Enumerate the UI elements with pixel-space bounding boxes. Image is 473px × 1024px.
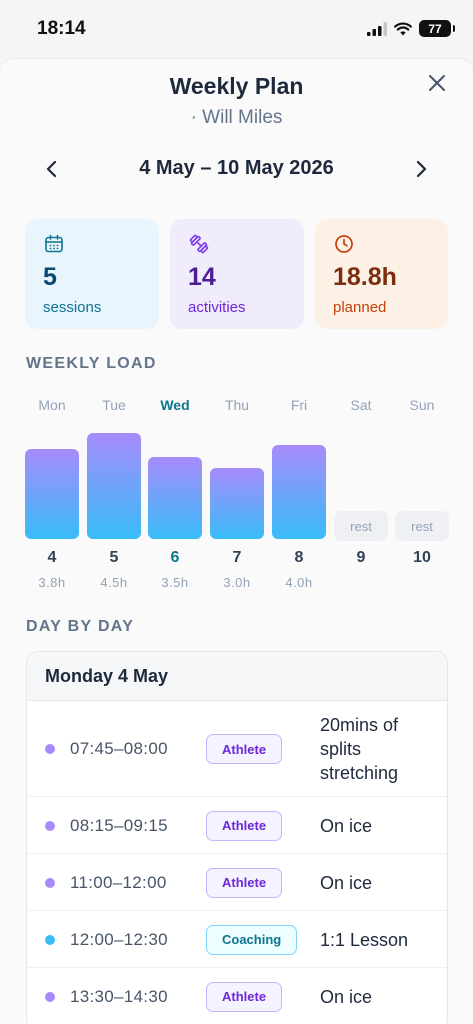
activity-row[interactable]: 13:30–14:30 Athlete On ice: [27, 968, 447, 1024]
planned-hours-card: 18.8h planned: [315, 219, 448, 329]
day-name: Fri: [290, 397, 308, 413]
sessions-label: sessions: [43, 299, 102, 316]
activity-title: On ice: [320, 986, 373, 1007]
day-name: Thu: [224, 397, 250, 413]
status-time: 18:14: [37, 18, 86, 39]
activities-card: 14 activities: [170, 219, 304, 329]
status-icons: 77: [367, 20, 455, 37]
day-hours: 4.5h: [100, 575, 128, 590]
activity-row[interactable]: 08:15–09:15 Athlete On ice: [27, 797, 447, 854]
activity-type-dot: [45, 744, 55, 754]
dumbbell-icon: [189, 234, 209, 254]
activity-time: 07:45–08:00: [70, 739, 168, 758]
planned-hours-label: planned: [333, 299, 387, 316]
load-day-thu[interactable]: Thu 7 3.0h: [210, 389, 264, 599]
activities-label: activities: [188, 299, 246, 316]
weekly-load-heading: WEEKLY LOAD: [26, 355, 157, 372]
activity-type-tag: Coaching: [206, 924, 298, 955]
activity-title: On ice: [320, 815, 373, 836]
activity-time: 13:30–14:30: [70, 986, 168, 1006]
activities-count: 14: [188, 263, 216, 291]
day-panel: Monday 4 May 07:45–08:00 Athlete 20mins of…: [26, 651, 448, 1024]
day-number: 4: [47, 549, 57, 566]
day-name: Tue: [102, 397, 126, 413]
athlete-name: · Will Miles: [190, 107, 283, 128]
activity-time: 12:00–12:30: [70, 929, 168, 949]
day-hours: 3.0h: [223, 575, 251, 590]
day-name: Mon: [38, 397, 66, 413]
day-by-day-heading: DAY BY DAY: [26, 618, 135, 635]
activity-type-dot: [45, 877, 55, 888]
sessions-card: 5 sessions: [25, 219, 159, 329]
weekly-plan-sheet: Weekly Plan · Will Miles 4 May – 10 May …: [0, 58, 473, 1024]
activity-title: 20mins of splits stretching: [320, 715, 399, 783]
load-bar: [272, 445, 326, 539]
load-day-wed[interactable]: Wed 6 3.5h: [148, 389, 202, 599]
clock-icon: [335, 235, 353, 253]
load-day-tue[interactable]: Tue 5 4.5h: [87, 389, 141, 599]
signal-icon: [367, 21, 387, 36]
activity-type-tag: Athlete: [206, 810, 283, 841]
day-number: 7: [232, 549, 242, 566]
planned-hours-value: 18.8h: [333, 263, 397, 291]
calendar-icon: [45, 234, 63, 253]
load-day-sun[interactable]: Sun rest 10: [395, 389, 449, 599]
day-name: Wed: [160, 397, 190, 413]
week-range-label: 4 May – 10 May 2026: [139, 157, 334, 179]
activity-type-dot: [45, 991, 55, 1002]
activity-row[interactable]: 12:00–12:30 Coaching 1:1 Lesson: [27, 911, 447, 968]
rest-chip: rest: [395, 511, 449, 541]
battery-icon: 77: [419, 20, 455, 37]
activity-row[interactable]: 11:00–12:00 Athlete On ice: [27, 854, 447, 911]
day-number: 9: [356, 549, 366, 566]
day-number: 10: [413, 549, 431, 566]
load-bar: [148, 457, 202, 539]
activity-type-tag: Athlete: [206, 981, 283, 1012]
activity-type-dot: [45, 934, 55, 945]
day-number: 8: [294, 549, 304, 566]
day-name: Sun: [409, 397, 435, 413]
page-title: Weekly Plan: [169, 73, 304, 99]
day-name: Sat: [350, 397, 372, 413]
sessions-count: 5: [43, 263, 57, 291]
activity-row[interactable]: 07:45–08:00 Athlete 20mins of splits stret…: [27, 701, 447, 797]
next-week-button[interactable]: [407, 155, 435, 183]
activity-type-tag: Athlete: [206, 867, 283, 898]
day-header: Monday 4 May: [27, 652, 447, 701]
load-bar: [25, 449, 79, 539]
activity-list: 07:45–08:00 Athlete 20mins of splits stret…: [27, 701, 447, 1024]
weekly-load-chart: Mon 4 3.8h Tue 5 4.5h Wed 6 3.5h Thu 7 3.0h Fri 8 4.0h…: [0, 389, 473, 609]
load-bar: [210, 468, 264, 539]
activity-type-tag: Athlete: [206, 734, 283, 764]
close-icon[interactable]: [425, 71, 449, 95]
activity-time: 08:15–09:15: [70, 815, 168, 835]
status-bar: 18:14 77: [0, 0, 473, 58]
load-bar: [87, 433, 141, 539]
week-navigator: 4 May – 10 May 2026: [0, 153, 473, 185]
activity-time: 11:00–12:00: [70, 872, 167, 892]
activity-title: 1:1 Lesson: [320, 929, 409, 950]
activity-title: On ice: [320, 872, 373, 893]
activity-type-dot: [45, 820, 55, 831]
day-hours: 4.0h: [285, 575, 313, 590]
load-day-fri[interactable]: Fri 8 4.0h: [272, 389, 326, 599]
day-hours: 3.5h: [161, 575, 189, 590]
wifi-icon: [394, 22, 412, 35]
rest-chip: rest: [334, 511, 388, 541]
day-hours: 3.8h: [38, 575, 66, 590]
day-number: 6: [170, 549, 180, 566]
load-day-mon[interactable]: Mon 4 3.8h: [25, 389, 79, 599]
day-number: 5: [109, 549, 119, 566]
load-day-sat[interactable]: Sat rest 9: [334, 389, 388, 599]
